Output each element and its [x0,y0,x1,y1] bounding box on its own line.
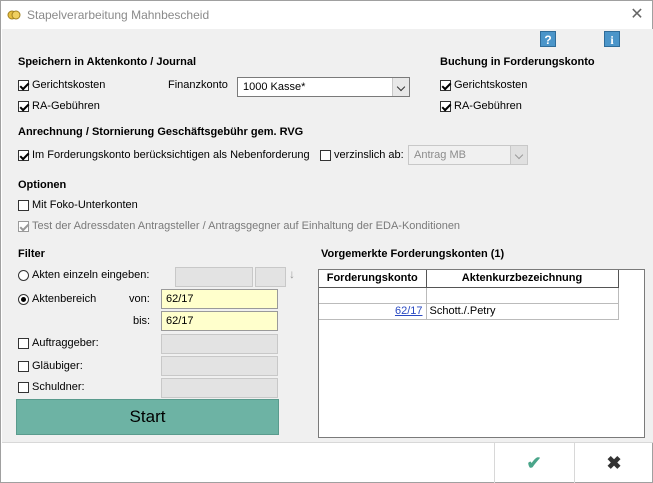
filter-heading: Filter [18,248,45,260]
anrechnung-heading: Anrechnung / Stornierung Geschäftsgebühr… [18,126,304,138]
foko-checkbox[interactable] [18,200,29,211]
akten-einzeln-input-2 [255,267,286,287]
table-row[interactable] [319,287,619,304]
verzinslich-select: Antrag MB [408,145,528,165]
bis-input[interactable]: 62/17 [161,311,278,331]
app-icon [7,10,21,20]
row-bezeichnung [426,287,619,304]
eda-label: Test der Adressdaten Antragsteller / Ant… [32,220,461,232]
row-bezeichnung: Schott./.Petry [426,303,619,320]
finanzkonto-select[interactable]: 1000 Kasse* [237,77,410,97]
cancel-button[interactable]: ✖ [574,443,653,483]
speichern-ra-gebuehren-label: RA-Gebühren [32,100,100,112]
start-button[interactable]: Start [16,399,279,435]
aktenbereich-radio[interactable] [18,294,29,305]
speichern-gerichtskosten-checkbox[interactable] [18,80,29,91]
forderungskonten-grid[interactable]: Forderungskonto Aktenkurzbezeichnung 62/… [318,269,645,438]
verzinslich-label: verzinslich ab: [334,149,404,161]
vorgemerkt-heading: Vorgemerkte Forderungskonten (1) [321,248,505,260]
akten-einzeln-radio[interactable] [18,270,29,281]
ok-button[interactable]: ✔ [494,443,573,483]
nebenforderung-checkbox[interactable] [18,150,29,161]
chevron-down-icon[interactable] [392,78,409,96]
buchung-ra-gebuehren-label: RA-Gebühren [454,100,522,112]
speichern-ra-gebuehren-checkbox[interactable] [18,101,29,112]
nebenforderung-label: Im Forderungskonto berücksichtigen als N… [32,149,310,161]
auftraggeber-label: Auftraggeber: [32,337,99,349]
close-icon[interactable]: ✕ [623,3,651,27]
auftraggeber-checkbox[interactable] [18,338,29,349]
dialog-window: Stapelverarbeitung Mahnbescheid ✕ ? i Sp… [0,0,653,483]
row-konto [319,287,427,304]
row-konto-link[interactable]: 62/17 [395,305,423,317]
von-input[interactable]: 62/17 [161,289,278,309]
buchung-ra-gebuehren-checkbox[interactable] [440,101,451,112]
schuldner-input [161,378,278,398]
glaeubiger-checkbox[interactable] [18,361,29,372]
schuldner-checkbox[interactable] [18,382,29,393]
finanzkonto-label: Finanzkonto [168,79,228,91]
glaeubiger-label: Gläubiger: [32,360,83,372]
eda-checkbox [18,221,29,232]
optionen-heading: Optionen [18,179,67,191]
buchung-heading: Buchung in Forderungskonto [440,56,595,68]
buchung-gerichtskosten-checkbox[interactable] [440,80,451,91]
row-konto-cell: 62/17 [319,303,427,320]
finanzkonto-value: 1000 Kasse* [243,81,306,93]
checkmark-icon: ✔ [526,453,542,473]
help-icon[interactable]: ? [540,31,556,47]
chevron-down-icon [510,146,527,164]
aktenbereich-label: Aktenbereich [32,293,97,305]
forderungskonten-table: Forderungskonto Aktenkurzbezeichnung 62/… [319,270,619,320]
table-row[interactable]: 62/17 Schott./.Petry [319,303,619,320]
window-title: Stapelverarbeitung Mahnbescheid [27,8,210,22]
akten-einzeln-label: Akten einzeln eingeben: [32,269,150,281]
title-bar: Stapelverarbeitung Mahnbescheid ✕ [1,1,652,29]
verzinslich-checkbox[interactable] [320,150,331,161]
table-header-row: Forderungskonto Aktenkurzbezeichnung [319,270,619,288]
glaeubiger-input [161,356,278,376]
column-header-forderungskonto[interactable]: Forderungskonto [319,270,427,288]
info-icon[interactable]: i [604,31,620,47]
speichern-gerichtskosten-label: Gerichtskosten [32,79,106,91]
verzinslich-value: Antrag MB [414,149,466,161]
speichern-heading: Speichern in Aktenkonto / Journal [18,56,197,68]
von-label: von: [129,293,150,305]
auftraggeber-input [161,334,278,354]
column-header-aktenkurzbezeichnung[interactable]: Aktenkurzbezeichnung [426,270,619,288]
buchung-gerichtskosten-label: Gerichtskosten [454,79,528,91]
schuldner-label: Schuldner: [32,381,85,393]
bis-label: bis: [133,315,151,327]
arrow-down-icon[interactable]: ↓ [289,267,295,281]
cancel-x-icon: ✖ [606,453,622,473]
foko-label: Mit Foko-Unterkonten [32,199,138,211]
akten-einzeln-input [175,267,253,287]
